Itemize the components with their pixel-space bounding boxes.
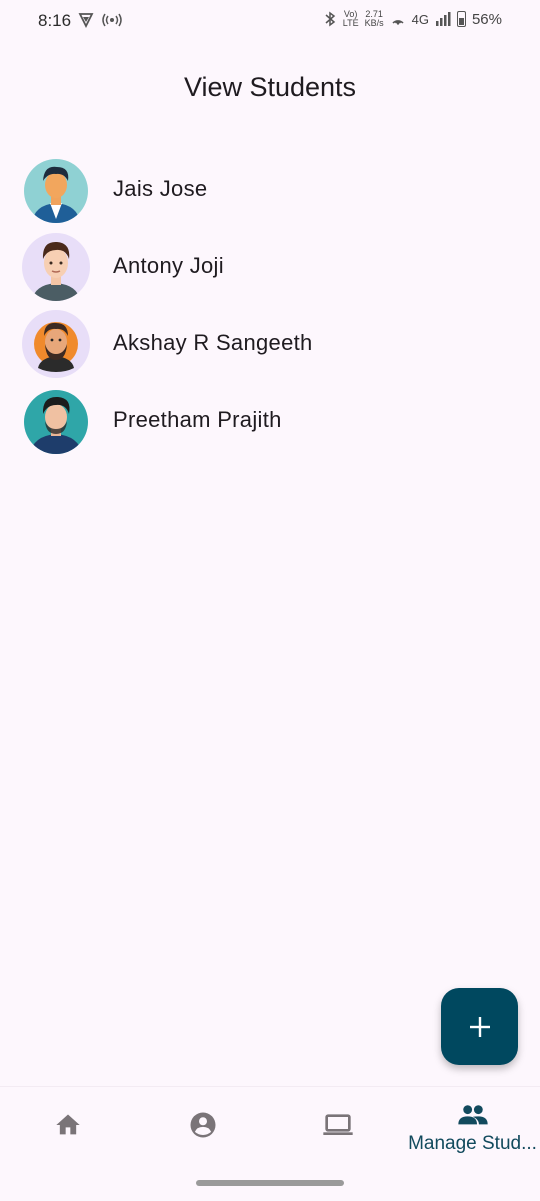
student-list-item[interactable]: Antony Joji — [0, 227, 540, 304]
nav-label-manage-students: Manage Stud... — [408, 1133, 537, 1154]
student-list-item[interactable]: Jais Jose — [0, 150, 540, 227]
volte-bottom: LTE — [342, 18, 359, 28]
hotspot-icon — [102, 13, 122, 27]
vpn-shield-icon — [78, 13, 94, 28]
student-list-item[interactable]: Preetham Prajith — [0, 381, 540, 458]
nav-item-manage-students[interactable]: Manage Stud... — [405, 1087, 540, 1167]
plus-icon — [469, 1016, 490, 1037]
people-icon — [457, 1099, 489, 1131]
avatar-illustration-icon — [22, 233, 90, 301]
signal-icon — [435, 12, 451, 26]
nav-item-home[interactable] — [0, 1087, 135, 1167]
status-left-icons — [78, 12, 122, 28]
student-avatar — [22, 233, 90, 301]
student-avatar — [24, 159, 88, 223]
student-name: Akshay R Sangeeth — [113, 330, 313, 355]
student-avatar — [22, 310, 90, 378]
status-bar: 8:16 Vo) LTE 2.71 KB/s 4G 56% — [0, 0, 540, 44]
battery-percent: 56% — [471, 10, 502, 28]
speed-unit: KB/s — [364, 18, 384, 28]
nav-item-profile[interactable] — [135, 1087, 270, 1167]
status-time: 8:16 — [38, 11, 72, 30]
account-circle-icon — [187, 1109, 219, 1141]
page-title: View Students — [183, 72, 357, 102]
avatar-illustration-icon — [24, 390, 88, 454]
network-speed: 2.71 KB/s — [365, 10, 384, 28]
nav-item-laptop[interactable] — [270, 1087, 405, 1167]
student-name: Jais Jose — [113, 176, 208, 201]
student-name: Preetham Prajith — [113, 407, 282, 432]
avatar-illustration-icon — [24, 159, 88, 223]
network-type: 4G — [411, 11, 429, 27]
student-name: Antony Joji — [113, 253, 224, 278]
battery-icon — [456, 11, 466, 27]
student-list-item[interactable]: Akshay R Sangeeth — [0, 304, 540, 381]
home-icon — [52, 1109, 84, 1141]
student-avatar — [24, 390, 88, 454]
home-indicator[interactable] — [196, 1180, 344, 1186]
bluetooth-icon — [325, 11, 335, 27]
avatar-illustration-icon — [22, 310, 90, 378]
volte-indicator: Vo) LTE — [343, 10, 359, 28]
status-right-icons: Vo) LTE 2.71 KB/s 4G 56% — [323, 10, 502, 28]
wifi-calling-icon — [392, 20, 404, 25]
add-student-fab[interactable] — [441, 988, 518, 1065]
laptop-icon — [322, 1109, 354, 1141]
